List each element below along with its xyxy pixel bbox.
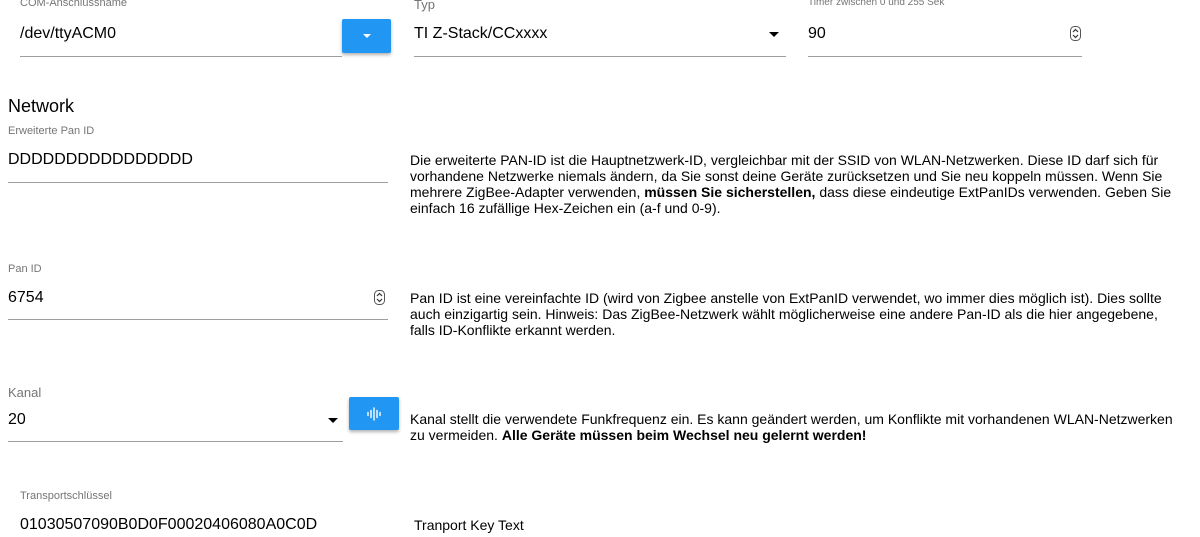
com-port-underline — [20, 56, 342, 57]
type-dropdown-arrow[interactable] — [769, 32, 779, 37]
type-select[interactable]: TI Z-Stack/CCxxxx — [414, 25, 547, 43]
type-underline — [414, 56, 786, 57]
chevron-down-icon — [328, 418, 338, 423]
channel-underline — [8, 441, 343, 442]
transport-key-label: Transportschlüssel — [20, 490, 112, 502]
pan-id-label: Pan ID — [8, 263, 42, 275]
ext-pan-id-description: Die erweiterte PAN-ID ist die Hauptnetzw… — [410, 152, 1172, 216]
channel-select[interactable]: 20 — [8, 411, 26, 429]
pan-id-input[interactable]: 6754 — [8, 289, 44, 307]
spinner-icon — [1070, 26, 1081, 41]
ext-pan-id-input[interactable]: DDDDDDDDDDDDDDDD — [8, 151, 193, 169]
channel-dropdown-arrow[interactable] — [328, 418, 338, 423]
channel-label: Kanal — [8, 385, 42, 400]
com-port-label: COM-Anschlussname — [20, 0, 127, 9]
spinner-icon — [374, 290, 385, 305]
type-label: Typ — [414, 0, 435, 12]
timer-spinner[interactable] — [1070, 26, 1081, 46]
channel-scan-button[interactable] — [349, 397, 399, 430]
transport-key-input[interactable]: 01030507090B0D0F00020406080A0C0D — [20, 516, 317, 534]
pan-id-spinner[interactable] — [374, 290, 385, 310]
channel-description: Kanal stellt die verwendete Funkfrequenz… — [410, 411, 1173, 443]
chevron-down-icon — [769, 32, 779, 37]
chevron-down-icon — [362, 34, 371, 38]
ext-pan-id-underline — [8, 182, 388, 183]
com-port-input[interactable]: /dev/ttyACM0 — [20, 25, 116, 43]
pan-id-description: Pan ID ist eine vereinfachte ID (wird vo… — [410, 290, 1162, 338]
network-heading: Network — [8, 96, 75, 116]
transport-key-text: Tranport Key Text — [414, 517, 524, 533]
waveform-icon — [367, 406, 381, 421]
timer-underline — [808, 56, 1082, 57]
pan-id-underline — [8, 319, 388, 320]
ext-pan-id-label: Erweiterte Pan ID — [8, 125, 95, 137]
timer-input[interactable]: 90 — [808, 25, 826, 43]
com-port-dropdown-button[interactable] — [342, 19, 391, 53]
timer-label: Timer zwischen 0 und 255 Sek — [808, 0, 945, 8]
